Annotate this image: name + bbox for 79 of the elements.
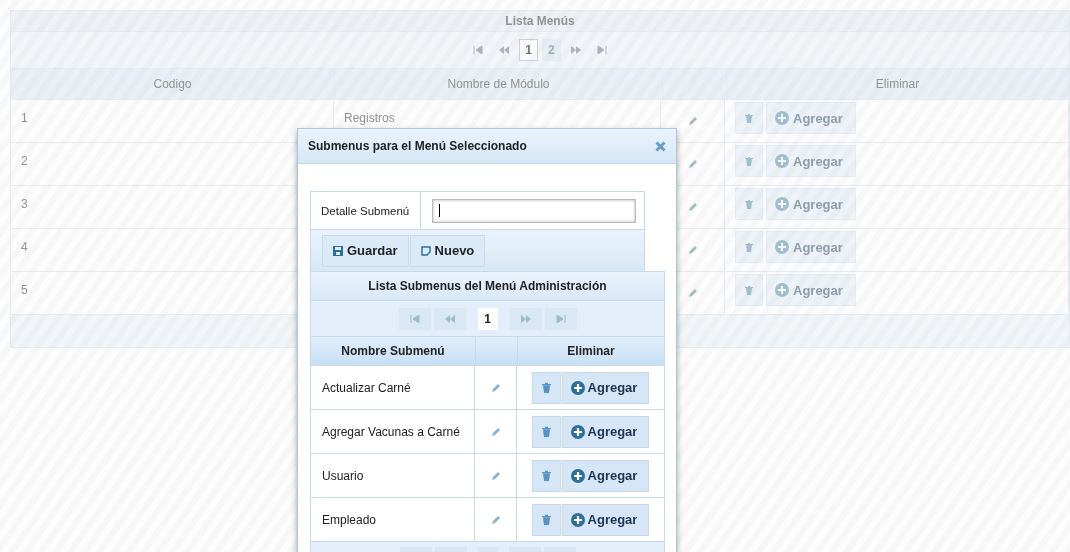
plus-circle-icon xyxy=(775,197,789,211)
column-header: Eliminar xyxy=(727,69,1069,99)
plus-circle-icon xyxy=(775,154,789,168)
add-button[interactable]: Agregar xyxy=(561,503,650,536)
add-button[interactable]: Agregar xyxy=(561,371,650,404)
trash-icon xyxy=(745,199,753,209)
field-label: Detalle Submenú xyxy=(321,204,410,217)
list-title: Lista Menús xyxy=(11,11,1069,31)
note-icon xyxy=(420,245,431,256)
column-header: Nombre Submenú xyxy=(311,337,476,365)
delete-button[interactable] xyxy=(531,459,561,492)
list-title: Lista Submenus del Menú Administración xyxy=(311,272,664,301)
plus-circle-icon xyxy=(570,512,585,527)
trash-icon xyxy=(541,382,551,393)
delete-button[interactable] xyxy=(735,231,763,263)
pencil-icon[interactable] xyxy=(490,382,501,393)
table-cell: Empleado xyxy=(322,512,377,527)
first-page-icon xyxy=(473,46,484,54)
plus-circle-icon xyxy=(570,468,585,483)
page-number-button[interactable]: 1 xyxy=(519,39,538,61)
last-page-icon xyxy=(555,314,566,323)
new-button[interactable]: Nuevo xyxy=(409,234,486,267)
last-page-icon xyxy=(596,46,607,54)
column-header: Nombre de Módulo xyxy=(335,69,663,99)
trash-icon xyxy=(745,113,753,123)
plus-circle-icon xyxy=(775,111,789,125)
floppy-disk-icon xyxy=(333,245,343,256)
first-page-button[interactable] xyxy=(398,307,431,330)
close-icon[interactable] xyxy=(655,140,666,152)
plus-circle-icon xyxy=(570,380,585,395)
table-cell: 3 xyxy=(21,197,28,211)
pencil-icon[interactable] xyxy=(687,116,698,126)
table-cell: 4 xyxy=(21,240,28,254)
previous-page-button[interactable] xyxy=(433,307,466,330)
next-page-icon xyxy=(519,314,532,323)
input-field[interactable] xyxy=(432,198,636,223)
table-cell: Registros xyxy=(344,111,395,125)
column-header: Eliminar xyxy=(566,343,616,360)
pencil-icon[interactable] xyxy=(687,245,698,255)
first-page-icon xyxy=(409,314,420,323)
pencil-icon[interactable] xyxy=(490,426,501,437)
delete-button[interactable] xyxy=(735,274,763,306)
next-page-button[interactable] xyxy=(509,307,542,330)
add-button[interactable]: Agregar xyxy=(561,459,650,492)
delete-button[interactable] xyxy=(531,371,561,404)
delete-button[interactable] xyxy=(735,145,763,177)
trash-icon xyxy=(541,470,551,481)
table-cell: 2 xyxy=(21,154,28,168)
trash-icon xyxy=(745,242,753,252)
table-cell: Actualizar Carné xyxy=(322,380,411,395)
table-cell: Usuario xyxy=(322,468,364,483)
dialog-title: Submenus para el Menú Seleccionado xyxy=(308,139,527,153)
delete-button[interactable] xyxy=(531,415,561,448)
pencil-icon[interactable] xyxy=(490,470,501,481)
add-button[interactable]: Agregar xyxy=(561,415,650,448)
pencil-icon[interactable] xyxy=(490,514,501,525)
delete-button[interactable] xyxy=(735,188,763,220)
table-cell: 1 xyxy=(21,111,28,125)
trash-icon xyxy=(745,285,753,295)
trash-icon xyxy=(745,156,753,166)
pencil-icon[interactable] xyxy=(687,202,698,212)
column-header: Codigo xyxy=(11,69,335,99)
next-page-icon xyxy=(569,46,582,54)
plus-circle-icon xyxy=(775,283,789,297)
pencil-icon[interactable] xyxy=(687,159,698,169)
save-button[interactable]: Guardar xyxy=(322,234,409,267)
previous-page-icon xyxy=(443,314,456,323)
trash-icon xyxy=(541,426,551,437)
delete-button[interactable] xyxy=(531,503,561,536)
trash-icon xyxy=(541,514,551,525)
delete-button[interactable] xyxy=(735,102,763,134)
plus-circle-icon xyxy=(570,424,585,439)
plus-circle-icon xyxy=(775,240,789,254)
page-number-button[interactable]: 1 xyxy=(477,307,498,330)
pencil-icon[interactable] xyxy=(687,288,698,298)
table-cell: 5 xyxy=(21,283,28,297)
last-page-button[interactable] xyxy=(544,307,577,330)
previous-page-icon xyxy=(498,46,511,54)
table-cell: Agregar Vacunas a Carné xyxy=(322,424,460,439)
